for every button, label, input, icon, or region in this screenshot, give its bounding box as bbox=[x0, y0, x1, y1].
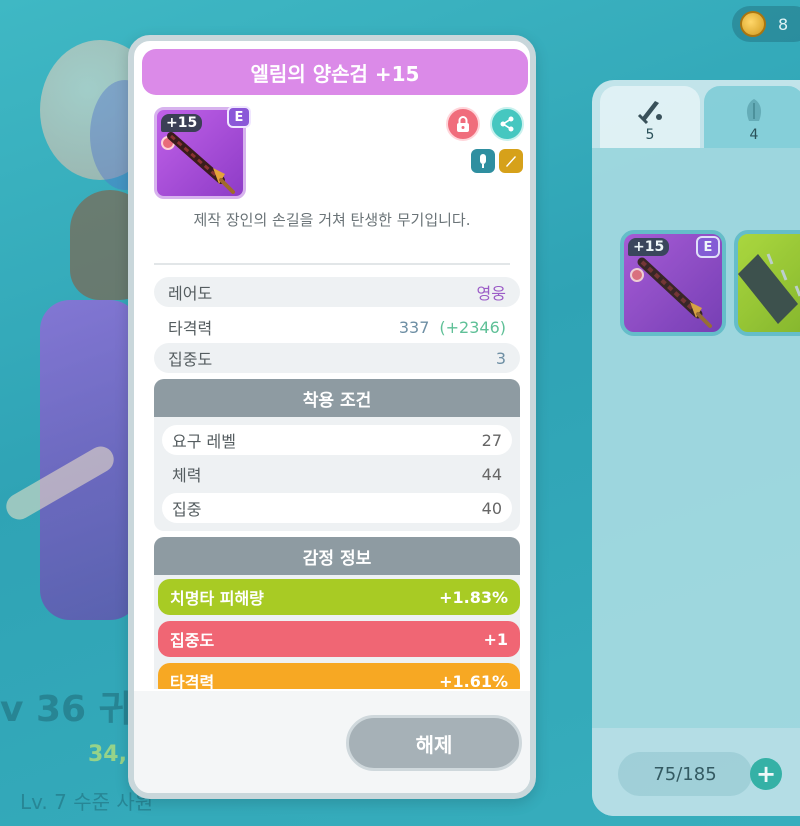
inventory-slot[interactable]: +15 E bbox=[620, 230, 726, 336]
requirement-label: 집중 bbox=[172, 500, 202, 519]
option-value: +1.61% bbox=[439, 671, 508, 690]
inventory-slot[interactable] bbox=[734, 230, 800, 336]
option-value: +1.83% bbox=[439, 587, 508, 607]
weapon-type-icon bbox=[499, 149, 523, 173]
coin-amount: 8 bbox=[778, 14, 789, 34]
option-label: 치명타 피해량 bbox=[170, 589, 264, 608]
background-sub-value: 34, bbox=[88, 742, 127, 767]
stat-attack: 타격력 337 (+2346) bbox=[154, 312, 520, 342]
stat-concentration: 집중도 3 bbox=[154, 343, 520, 373]
appraisal-option: 집중도 +1 bbox=[158, 621, 520, 657]
sword-image bbox=[167, 132, 235, 194]
stat-label: 집중도 bbox=[168, 350, 213, 369]
requirement-value: 27 bbox=[481, 430, 502, 450]
requirements-title: 착용 조건 bbox=[154, 379, 520, 417]
option-label: 집중도 bbox=[170, 631, 215, 650]
coin-counter: 8 bbox=[732, 6, 800, 42]
inventory-capacity: 75/185 bbox=[618, 752, 752, 796]
item-description: 제작 장인의 손길을 거쳐 탄생한 무기입니다. bbox=[193, 211, 471, 229]
sword-image bbox=[637, 257, 712, 328]
option-value: +1 bbox=[483, 629, 508, 649]
item-title: 엘림의 양손검 +15 bbox=[142, 49, 528, 95]
requirement-row: 체력 44 bbox=[162, 459, 512, 489]
share-button[interactable] bbox=[490, 107, 524, 141]
tab-weapons[interactable]: 5 bbox=[600, 86, 700, 152]
armor-icon bbox=[746, 99, 762, 121]
expand-inventory-button[interactable]: + bbox=[750, 758, 782, 790]
stat-rarity: 레어도 영웅 bbox=[154, 277, 520, 307]
inventory-grid: +15 E bbox=[592, 148, 800, 728]
sword-image bbox=[738, 253, 800, 324]
requirements-section: 착용 조건 요구 레벨 27 체력 44 집중 40 bbox=[154, 379, 520, 531]
item-detail-dialog: 엘림의 양손검 +15 +15 E 제작 장인의 손길을 거쳐 탄생한 무기입니… bbox=[128, 35, 536, 799]
tab-weapons-count: 5 bbox=[645, 127, 655, 143]
coin-icon bbox=[740, 11, 766, 37]
stat-value-group: 337 (+2346) bbox=[399, 318, 506, 337]
stat-value: 337 bbox=[398, 317, 430, 337]
appraisal-section: 감정 정보 치명타 피해량 +1.83% 집중도 +1 타격력 +1.61% bbox=[154, 537, 520, 689]
bind-status-icon bbox=[471, 149, 495, 173]
inventory-footer: 75/185 + bbox=[592, 728, 800, 816]
inventory-panel: 5 4 +15 E 75/185 + bbox=[592, 80, 800, 816]
appraisal-option: 치명타 피해량 +1.83% bbox=[158, 579, 520, 615]
requirement-row: 집중 40 bbox=[162, 493, 512, 523]
option-label: 타격력 bbox=[170, 673, 215, 689]
item-stats-scroll[interactable]: 레어도 영웅 타격력 337 (+2346) 집중도 3 착용 조건 요구 레벨 … bbox=[148, 269, 526, 689]
tab-armor-count: 4 bbox=[749, 127, 759, 143]
stat-value: 3 bbox=[495, 348, 506, 368]
tab-armor[interactable]: 4 bbox=[704, 86, 800, 152]
requirement-label: 요구 레벨 bbox=[172, 432, 236, 451]
appraisal-title: 감정 정보 bbox=[154, 537, 520, 575]
item-thumbnail: +15 E bbox=[154, 106, 251, 199]
unequip-button[interactable]: 해제 bbox=[346, 715, 522, 771]
requirement-value: 40 bbox=[481, 498, 502, 518]
stat-label: 타격력 bbox=[168, 319, 213, 338]
dialog-footer: 해제 bbox=[134, 691, 530, 793]
divider bbox=[154, 263, 510, 265]
lock-button[interactable] bbox=[446, 107, 480, 141]
stat-bonus: (+2346) bbox=[439, 317, 506, 337]
lock-icon bbox=[457, 116, 469, 132]
sword-icon bbox=[637, 101, 662, 125]
requirement-label: 체력 bbox=[172, 466, 202, 485]
requirement-row: 요구 레벨 27 bbox=[162, 425, 512, 455]
share-icon bbox=[500, 116, 514, 132]
appraisal-option: 타격력 +1.61% bbox=[158, 663, 520, 689]
stat-value: 영웅 bbox=[476, 284, 506, 303]
requirement-value: 44 bbox=[481, 464, 502, 484]
stat-label: 레어도 bbox=[168, 284, 213, 303]
